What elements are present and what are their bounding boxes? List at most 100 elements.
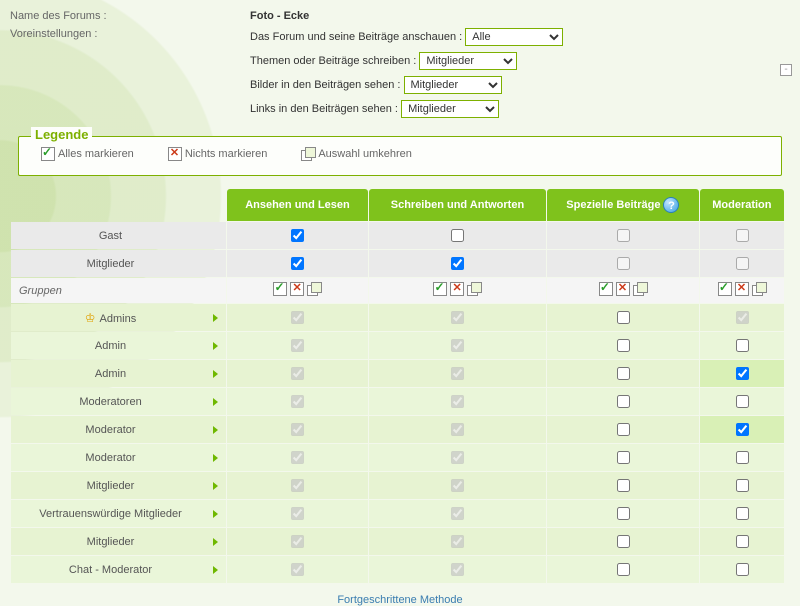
perm-checkbox[interactable] — [617, 423, 630, 436]
row-label[interactable]: Vertrauenswürdige Mitglieder — [11, 500, 226, 527]
perm-checkbox[interactable] — [451, 479, 464, 492]
perm-checkbox[interactable] — [451, 311, 464, 324]
perm-cell — [369, 222, 546, 249]
perm-checkbox[interactable] — [291, 451, 304, 464]
perm-checkbox[interactable] — [617, 563, 630, 576]
forum-name-label: Name des Forums : — [10, 10, 250, 22]
perm-checkbox[interactable] — [291, 257, 304, 270]
perm-checkbox[interactable] — [736, 257, 749, 270]
row-label[interactable]: Moderatoren — [11, 388, 226, 415]
perm-checkbox[interactable] — [291, 367, 304, 380]
advanced-method-link[interactable]: Fortgeschrittene Methode — [10, 594, 790, 606]
row-label: Gast — [11, 222, 226, 249]
perm-checkbox[interactable] — [291, 311, 304, 324]
row-label-text: Mitglieder — [87, 536, 135, 548]
perm-checkbox[interactable] — [291, 229, 304, 242]
table-row: Admin — [11, 332, 784, 359]
perm-checkbox[interactable] — [291, 479, 304, 492]
invert-icon[interactable] — [307, 282, 321, 296]
row-label[interactable]: Moderator — [11, 416, 226, 443]
perm-checkbox[interactable] — [736, 563, 749, 576]
check-all-icon[interactable] — [433, 282, 447, 296]
collapse-toggle[interactable]: - — [780, 64, 792, 76]
perm-checkbox[interactable] — [451, 229, 464, 242]
row-label[interactable]: Mitglieder — [11, 528, 226, 555]
perm-checkbox[interactable] — [617, 339, 630, 352]
row-label[interactable]: Moderator — [11, 444, 226, 471]
legend-title: Legende — [31, 127, 92, 142]
legend-invert[interactable]: Auswahl umkehren — [301, 147, 412, 161]
perm-checkbox[interactable] — [291, 563, 304, 576]
perm-checkbox[interactable] — [451, 367, 464, 380]
row-label[interactable]: Chat - Moderator — [11, 556, 226, 583]
write-select[interactable]: Mitglieder — [419, 52, 517, 70]
row-label[interactable]: Admin — [11, 332, 226, 359]
perm-checkbox[interactable] — [736, 395, 749, 408]
row-label-text: Chat - Moderator — [69, 564, 152, 576]
row-label[interactable]: ♔Admins — [11, 304, 226, 331]
perm-checkbox[interactable] — [451, 507, 464, 520]
check-all-icon[interactable] — [599, 282, 613, 296]
perm-checkbox[interactable] — [617, 229, 630, 242]
check-all-icon[interactable] — [273, 282, 287, 296]
perm-cell — [369, 556, 546, 583]
check-none-icon[interactable] — [450, 282, 464, 296]
images-label: Bilder in den Beiträgen sehen : — [250, 79, 400, 91]
perm-checkbox[interactable] — [617, 257, 630, 270]
check-none-icon[interactable] — [735, 282, 749, 296]
perm-checkbox[interactable] — [736, 535, 749, 548]
perm-checkbox[interactable] — [736, 451, 749, 464]
perm-checkbox[interactable] — [736, 229, 749, 242]
perm-checkbox[interactable] — [736, 507, 749, 520]
perm-checkbox[interactable] — [736, 339, 749, 352]
links-select[interactable]: Mitglieder — [401, 100, 499, 118]
check-none-icon[interactable] — [616, 282, 630, 296]
chevron-right-icon — [213, 510, 218, 518]
perm-checkbox[interactable] — [291, 535, 304, 548]
invert-icon[interactable] — [467, 282, 481, 296]
legend-check-all[interactable]: Alles markieren — [41, 147, 134, 161]
invert-icon[interactable] — [752, 282, 766, 296]
perm-checkbox[interactable] — [451, 339, 464, 352]
check-none-icon[interactable] — [290, 282, 304, 296]
perm-checkbox[interactable] — [451, 395, 464, 408]
row-label[interactable]: Admin — [11, 360, 226, 387]
perm-cell — [227, 528, 368, 555]
perm-checkbox[interactable] — [291, 507, 304, 520]
check-all-icon[interactable] — [718, 282, 732, 296]
table-row: Gruppen — [11, 278, 784, 303]
perm-checkbox[interactable] — [451, 423, 464, 436]
col-moderation: Moderation — [700, 189, 784, 221]
perm-checkbox[interactable] — [617, 395, 630, 408]
perm-cell — [547, 472, 699, 499]
perm-cell — [369, 416, 546, 443]
perm-checkbox[interactable] — [736, 423, 749, 436]
help-icon[interactable]: ? — [663, 197, 679, 213]
perm-checkbox[interactable] — [617, 479, 630, 492]
invert-icon[interactable] — [633, 282, 647, 296]
table-row: Mitglieder — [11, 528, 784, 555]
row-label: Gruppen — [11, 278, 226, 303]
perm-checkbox[interactable] — [451, 563, 464, 576]
perm-checkbox[interactable] — [291, 339, 304, 352]
perm-checkbox[interactable] — [736, 311, 749, 324]
perm-cell — [700, 472, 784, 499]
perm-checkbox[interactable] — [451, 535, 464, 548]
perm-checkbox[interactable] — [451, 257, 464, 270]
perm-checkbox[interactable] — [617, 507, 630, 520]
perm-checkbox[interactable] — [617, 367, 630, 380]
perm-checkbox[interactable] — [736, 479, 749, 492]
perm-checkbox[interactable] — [617, 451, 630, 464]
legend-invert-label: Auswahl umkehren — [318, 148, 412, 160]
perm-cell — [227, 444, 368, 471]
perm-checkbox[interactable] — [617, 535, 630, 548]
perm-checkbox[interactable] — [736, 367, 749, 380]
perm-checkbox[interactable] — [291, 423, 304, 436]
images-select[interactable]: Mitglieder — [404, 76, 502, 94]
perm-checkbox[interactable] — [617, 311, 630, 324]
view-forum-select[interactable]: Alle — [465, 28, 563, 46]
perm-checkbox[interactable] — [291, 395, 304, 408]
row-label[interactable]: Mitglieder — [11, 472, 226, 499]
perm-checkbox[interactable] — [451, 451, 464, 464]
legend-check-none[interactable]: Nichts markieren — [168, 147, 268, 161]
